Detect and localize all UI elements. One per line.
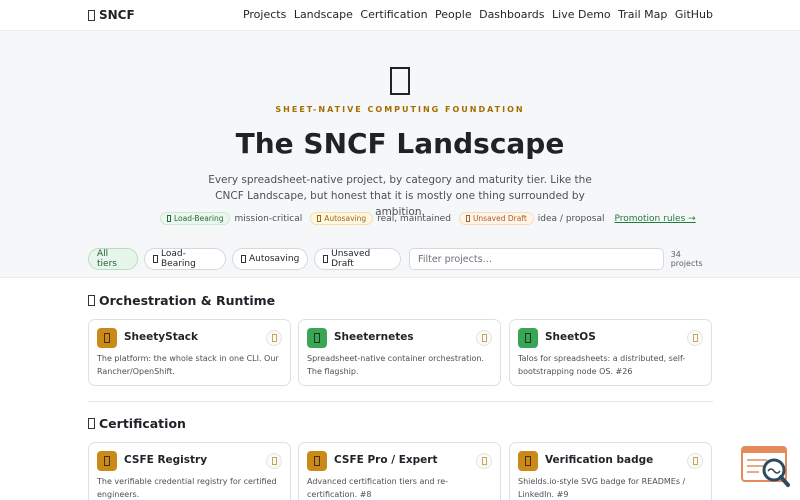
nav-link-projects[interactable]: Projects xyxy=(243,8,286,21)
tier-desc: real, maintained xyxy=(377,213,451,224)
filter-projects-input[interactable] xyxy=(409,248,664,270)
hero-section: SHEET-NATIVE COMPUTING FOUNDATION The SN… xyxy=(0,31,800,278)
load-bearing-icon xyxy=(153,255,158,263)
top-nav: SNCF Projects Landscape Certification Pe… xyxy=(0,0,800,31)
section-icon xyxy=(88,295,95,306)
section-heading-certification: Certification xyxy=(88,416,186,431)
project-logo-icon xyxy=(518,328,538,348)
logo-glyph-icon xyxy=(104,333,110,343)
project-name: SheetOS xyxy=(545,331,596,343)
project-name: CSFE Pro / Expert xyxy=(334,454,438,466)
nav-link-people[interactable]: People xyxy=(435,8,472,21)
landscape-icon xyxy=(390,67,410,95)
logo-glyph-icon xyxy=(314,456,320,466)
tier-indicator-icon xyxy=(476,330,492,346)
tier-indicator-icon xyxy=(687,330,703,346)
inspect-widget-icon[interactable] xyxy=(741,446,791,488)
nav-links: Projects Landscape Certification People … xyxy=(235,8,713,21)
project-card[interactable]: SheetOS Talos for spreadsheets: a distri… xyxy=(509,319,712,386)
project-card[interactable]: Verification badge Shields.io-style SVG … xyxy=(509,442,712,500)
project-card[interactable]: CSFE Registry The verifiable credential … xyxy=(88,442,291,500)
project-count: 34 projects xyxy=(670,250,703,268)
page-title: The SNCF Landscape xyxy=(235,127,565,160)
brand-name: SNCF xyxy=(99,8,135,22)
nav-link-certification[interactable]: Certification xyxy=(360,8,427,21)
nav-link-github[interactable]: GitHub xyxy=(675,8,713,21)
project-card[interactable]: Sheeternetes Spreadsheet-native containe… xyxy=(298,319,501,386)
project-logo-icon xyxy=(97,451,117,471)
filter-chip-all-tiers[interactable]: All tiers xyxy=(88,248,139,270)
unsaved-draft-icon xyxy=(465,215,470,222)
tier-badge-load-bearing: Load-Bearing xyxy=(160,212,231,225)
tier-indicator-icon xyxy=(266,453,282,469)
logo-glyph-icon xyxy=(525,333,531,343)
project-name: SheetyStack xyxy=(124,331,199,343)
tier-badge-unsaved-draft: Unsaved Draft xyxy=(458,212,534,225)
project-logo-icon xyxy=(307,328,327,348)
tier-indicator-icon xyxy=(266,330,282,346)
brand-link[interactable]: SNCF xyxy=(88,8,135,22)
tier-glyph-icon xyxy=(482,457,487,465)
project-description: Shields.io-style SVG badge for READMEs /… xyxy=(518,477,686,499)
project-logo-icon xyxy=(307,451,327,471)
project-description: Spreadsheet-native container orchestrati… xyxy=(307,354,485,376)
project-description: The platform: the whole stack in one CLI… xyxy=(97,354,279,376)
filter-chip-load-bearing[interactable]: Load-Bearing xyxy=(144,248,226,270)
unsaved-draft-icon xyxy=(323,255,329,263)
logo-glyph-icon xyxy=(314,333,320,343)
nav-link-live-demo[interactable]: Live Demo xyxy=(552,8,611,21)
project-card[interactable]: CSFE Pro / Expert Advanced certification… xyxy=(298,442,501,500)
load-bearing-icon xyxy=(167,215,171,222)
tier-glyph-icon xyxy=(482,334,487,342)
logo-glyph-icon xyxy=(104,456,110,466)
tier-badge-autosaving: Autosaving xyxy=(310,212,374,225)
hero-eyebrow: SHEET-NATIVE COMPUTING FOUNDATION xyxy=(275,105,525,114)
logo-glyph-icon xyxy=(525,456,531,466)
project-description: Advanced certification tiers and re-cert… xyxy=(307,477,449,499)
nav-link-trail-map[interactable]: Trail Map xyxy=(618,8,667,21)
filter-bar: All tiers Load-Bearing Autosaving Unsave… xyxy=(88,248,713,270)
tier-glyph-icon xyxy=(272,457,277,465)
tier-desc: mission-critical xyxy=(234,213,303,224)
tier-desc: idea / proposal xyxy=(537,213,605,224)
project-logo-icon xyxy=(518,451,538,471)
section-heading-orchestration: Orchestration & Runtime xyxy=(88,293,275,308)
project-card[interactable]: SheetyStack The platform: the whole stac… xyxy=(88,319,291,386)
autosaving-icon xyxy=(317,215,322,222)
nav-link-landscape[interactable]: Landscape xyxy=(294,8,353,21)
promotion-rules-link[interactable]: Promotion rules → xyxy=(614,214,695,224)
filter-chip-unsaved-draft[interactable]: Unsaved Draft xyxy=(314,248,402,270)
tier-glyph-icon xyxy=(272,334,277,342)
project-description: The verifiable credential registry for c… xyxy=(97,477,277,499)
tier-legend: Load-Bearing mission-critical Autosaving… xyxy=(160,212,696,225)
autosaving-icon xyxy=(240,255,246,263)
project-description: Talos for spreadsheets: a distributed, s… xyxy=(518,354,686,376)
project-logo-icon xyxy=(97,328,117,348)
nav-link-dashboards[interactable]: Dashboards xyxy=(479,8,544,21)
section-icon xyxy=(88,418,95,429)
tier-indicator-icon xyxy=(476,453,492,469)
project-name: CSFE Registry xyxy=(124,454,208,466)
tier-glyph-icon xyxy=(693,334,698,342)
tier-glyph-icon xyxy=(693,457,698,465)
filter-chip-autosaving[interactable]: Autosaving xyxy=(231,248,309,270)
tier-indicator-icon xyxy=(687,453,703,469)
logo-icon xyxy=(88,9,95,21)
project-name: Sheeternetes xyxy=(334,331,414,343)
section-divider xyxy=(88,401,713,402)
project-name: Verification badge xyxy=(545,454,654,466)
